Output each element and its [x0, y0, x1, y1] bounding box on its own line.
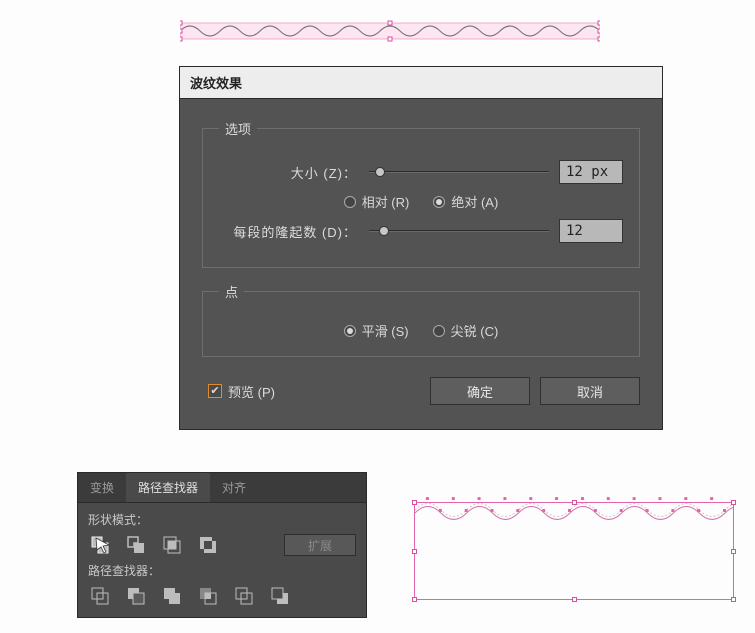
size-row: 大小 (Z)： 12 px [219, 160, 623, 184]
ridges-input[interactable]: 12 [559, 219, 623, 243]
cancel-button[interactable]: 取消 [540, 377, 640, 405]
relative-radio[interactable]: 相对 (R) [344, 192, 410, 211]
options-fieldset: 选项 大小 (Z)： 12 px 相对 (R) 绝对 (A) [202, 119, 640, 268]
absolute-radio-label: 绝对 (A) [451, 192, 498, 211]
radio-icon [433, 325, 445, 337]
ridges-row: 每段的隆起数 (D)： 12 [219, 219, 623, 243]
relative-radio-label: 相对 (R) [362, 192, 410, 211]
options-legend: 选项 [219, 119, 257, 138]
radio-icon [433, 196, 445, 208]
tab-pathfinder[interactable]: 路径查找器 [126, 473, 210, 502]
trim-icon[interactable] [124, 585, 148, 607]
radio-icon [344, 196, 356, 208]
preview-label: 预览 (P) [228, 382, 275, 401]
size-mode-group: 相对 (R) 绝对 (A) [219, 192, 623, 211]
merge-icon[interactable] [160, 585, 184, 607]
corner-radio-label: 尖锐 (C) [451, 321, 499, 340]
exclude-icon[interactable] [196, 534, 220, 556]
pathfinder-panel: 变换 路径查找器 对齐 形状模式： 扩展 路径查找器： [77, 472, 367, 618]
crop-icon[interactable] [196, 585, 220, 607]
corner-radio[interactable]: 尖锐 (C) [433, 321, 499, 340]
smooth-radio[interactable]: 平滑 (S) [344, 321, 409, 340]
pathfinders-label: 路径查找器： [88, 562, 356, 579]
unite-icon[interactable] [88, 534, 112, 556]
outline-icon[interactable] [232, 585, 256, 607]
size-input[interactable]: 12 px [559, 160, 623, 184]
panel-tabs: 变换 路径查找器 对齐 [78, 473, 366, 503]
divide-icon[interactable] [88, 585, 112, 607]
tab-transform[interactable]: 变换 [78, 473, 126, 502]
points-fieldset: 点 平滑 (S) 尖锐 (C) [202, 282, 640, 357]
ok-button[interactable]: 确定 [430, 377, 530, 405]
points-mode-group: 平滑 (S) 尖锐 (C) [219, 321, 623, 340]
shape-modes-label: 形状模式： [88, 511, 356, 528]
zigzag-dialog: 波纹效果 选项 大小 (Z)： 12 px 相对 (R) 绝对 (A) [179, 66, 663, 430]
wavy-selection-top [180, 17, 600, 45]
points-legend: 点 [219, 282, 244, 301]
wavy-selection-bottom [414, 502, 734, 600]
size-slider[interactable] [369, 165, 549, 179]
smooth-radio-label: 平滑 (S) [362, 321, 409, 340]
dialog-title: 波纹效果 [180, 67, 662, 99]
size-label: 大小 (Z)： [219, 163, 359, 182]
minus-front-icon[interactable] [124, 534, 148, 556]
expand-button[interactable]: 扩展 [284, 534, 356, 556]
checkbox-icon: ✔ [208, 384, 222, 398]
radio-icon [344, 325, 356, 337]
minus-back-icon[interactable] [268, 585, 292, 607]
ridges-label: 每段的隆起数 (D)： [219, 222, 359, 241]
intersect-icon[interactable] [160, 534, 184, 556]
ridges-slider[interactable] [369, 224, 549, 238]
preview-checkbox[interactable]: ✔ 预览 (P) [208, 382, 275, 401]
absolute-radio[interactable]: 绝对 (A) [433, 192, 498, 211]
tab-align[interactable]: 对齐 [210, 473, 258, 502]
